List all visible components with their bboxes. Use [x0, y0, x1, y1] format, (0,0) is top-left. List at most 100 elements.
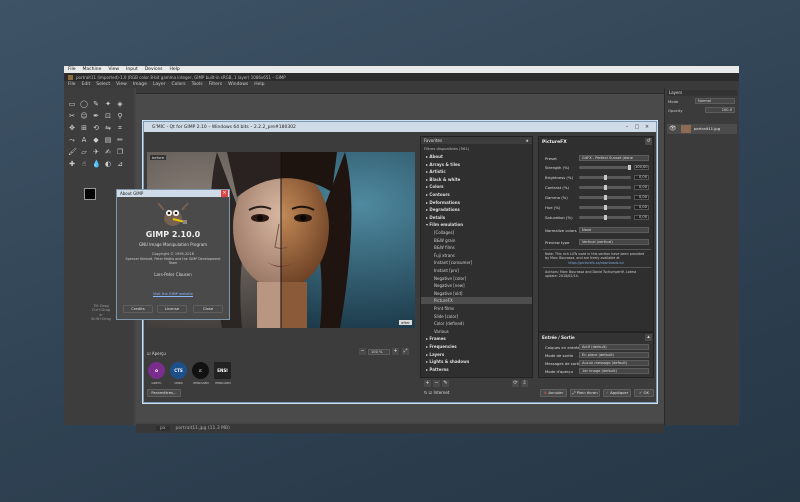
menu-select[interactable]: Select	[96, 82, 110, 87]
zoom-select[interactable]: 100 %	[368, 349, 390, 355]
reset-params-icon[interactable]: ↺	[645, 138, 652, 145]
filter-category[interactable]: ▸ Patterns	[421, 366, 532, 373]
free-select-icon[interactable]: ✎	[92, 100, 100, 108]
slider-handle[interactable]	[628, 165, 631, 170]
slider-handle[interactable]	[603, 185, 607, 190]
filter-item[interactable]: [Collages]	[421, 229, 532, 236]
filter-category[interactable]: ▸ Layers	[421, 351, 532, 358]
close-icon[interactable]: ×	[221, 190, 228, 197]
param-slider[interactable]	[579, 175, 631, 180]
clone-icon[interactable]: ❐	[116, 148, 124, 156]
smudge-icon[interactable]: ☝	[80, 160, 88, 168]
airbrush-icon[interactable]: ✈	[92, 148, 100, 156]
cage-icon[interactable]: ⌗	[116, 124, 124, 132]
vm-menu-help[interactable]: Help	[169, 67, 179, 72]
menu-filters[interactable]: Filters	[209, 82, 223, 87]
slider-handle[interactable]	[603, 195, 607, 200]
filter-category[interactable]: ▸ Deformations	[421, 199, 532, 206]
warp-icon[interactable]: ⤳	[68, 136, 76, 144]
filter-item[interactable]: B&W grain	[421, 237, 532, 244]
filter-category[interactable]: ▸ Arrays & tiles	[421, 161, 532, 168]
rect-select-icon[interactable]: ▭	[68, 100, 76, 108]
filter-item[interactable]: B&W films	[421, 244, 532, 251]
measure-icon[interactable]: ⊿	[116, 160, 124, 168]
align-icon[interactable]: ⊞	[80, 124, 88, 132]
param-value-field[interactable]: 0,00	[634, 205, 649, 210]
filter-category[interactable]: ▸ Lights & shadows	[421, 358, 532, 365]
remove-favorite-icon[interactable]: −	[433, 380, 440, 387]
param-value-field[interactable]: 0,00	[634, 185, 649, 190]
note-link[interactable]: https://picturefx.ca/downloads-lut	[539, 261, 653, 265]
vm-menu-file[interactable]: File	[68, 67, 76, 72]
filter-item[interactable]: Instant [pro]	[421, 267, 532, 274]
flip-icon[interactable]: ⇋	[104, 124, 112, 132]
ellipse-select-icon[interactable]: ◯	[80, 100, 88, 108]
eye-icon[interactable]: 👁	[669, 125, 677, 132]
io-select-output[interactable]: En place (default)	[579, 352, 649, 358]
transform-icon[interactable]: ⟲	[92, 124, 100, 132]
filter-category[interactable]: ▸ Frequencies	[421, 343, 532, 350]
layer-row[interactable]: 👁 portrait11.jpg	[667, 124, 737, 134]
menu-edit[interactable]: Edit	[82, 82, 91, 87]
zoom-unit-select[interactable]: px	[156, 426, 170, 431]
bucket-fill-icon[interactable]: ◆	[92, 136, 100, 144]
filter-item[interactable]: Print films	[421, 305, 532, 312]
settings-button[interactable]: Paramètres...	[147, 389, 181, 397]
io-select-input[interactable]: Actif (default)	[579, 344, 649, 350]
normalize-select[interactable]: None	[579, 227, 649, 233]
menu-file[interactable]: File	[68, 82, 76, 87]
eraser-icon[interactable]: ▱	[80, 148, 88, 156]
gradient-icon[interactable]: ▤	[104, 136, 112, 144]
filter-item[interactable]: Instant [consumer]	[421, 259, 532, 266]
param-value-field[interactable]: 0,00	[634, 215, 649, 220]
download-icon[interactable]: ⇩	[521, 380, 528, 387]
preset-select[interactable]: GitFX - Perfect Sunset (done	[579, 155, 649, 161]
param-slider[interactable]	[579, 185, 631, 190]
param-slider[interactable]	[579, 205, 631, 210]
add-favorite-icon[interactable]: +	[424, 380, 431, 387]
filter-category[interactable]: ▸ Artistic	[421, 168, 532, 175]
close-icon[interactable]: ×	[644, 124, 650, 130]
favorites-star-icon[interactable]: ★	[525, 137, 529, 144]
pencil-icon[interactable]: ✏	[116, 136, 124, 144]
color-picker-icon[interactable]: ⚲	[116, 112, 124, 120]
internet-checkbox[interactable]: ↻ ☑ Internet	[424, 390, 449, 395]
zoom-out-icon[interactable]: −	[359, 348, 366, 355]
scissors-icon[interactable]: ✂	[68, 112, 76, 120]
zoom-reset-icon[interactable]: ⤢	[402, 348, 409, 355]
filter-item[interactable]: Negative [old]	[421, 290, 532, 297]
ok-button[interactable]: ✓ OK	[634, 389, 654, 397]
opacity-field[interactable]: 100.0	[705, 107, 735, 113]
filter-category[interactable]: ▸ Contours	[421, 191, 532, 198]
io-select-messages[interactable]: Aucun message (default)	[579, 360, 649, 366]
filter-category[interactable]: ▸ Black & white	[421, 176, 532, 183]
filter-category[interactable]: ▸ Degradations	[421, 206, 532, 213]
filter-category[interactable]: ▸ About	[421, 153, 532, 160]
preview-type-select[interactable]: Vertical (vertical)	[579, 239, 649, 245]
menu-layer[interactable]: Layer	[153, 82, 166, 87]
menu-tools[interactable]: Tools	[192, 82, 203, 87]
paths-icon[interactable]: ✒	[92, 112, 100, 120]
ink-icon[interactable]: ✍	[104, 148, 112, 156]
filter-category[interactable]: ▾ Film emulation	[421, 221, 532, 228]
about-link[interactable]: Visit the GIMP website	[117, 292, 229, 296]
slider-handle[interactable]	[603, 215, 607, 220]
paintbrush-icon[interactable]: 🖌	[68, 148, 77, 156]
zoom-in-icon[interactable]: +	[392, 348, 399, 355]
filter-item[interactable]: Fuji xtrans	[421, 252, 532, 259]
color-select-icon[interactable]: ◈	[116, 100, 124, 108]
text-icon[interactable]: A	[80, 136, 88, 144]
move-icon[interactable]: ✥	[68, 124, 76, 132]
blur-icon[interactable]: 💧	[92, 160, 101, 168]
filter-item[interactable]: PictureFX	[421, 297, 532, 305]
minimize-icon[interactable]: –	[624, 124, 630, 130]
crop-icon[interactable]: ⊡	[104, 112, 112, 120]
filter-category[interactable]: ▸ Frames	[421, 335, 532, 342]
param-value-field[interactable]: 0,00	[634, 175, 649, 180]
credits-button[interactable]: Credits	[123, 305, 153, 313]
menu-help[interactable]: Help	[254, 82, 264, 87]
vm-menu-input[interactable]: Input	[126, 67, 138, 72]
filter-item[interactable]: Various	[421, 328, 532, 335]
menu-windows[interactable]: Windows	[228, 82, 248, 87]
vm-menu-machine[interactable]: Machine	[83, 67, 102, 72]
